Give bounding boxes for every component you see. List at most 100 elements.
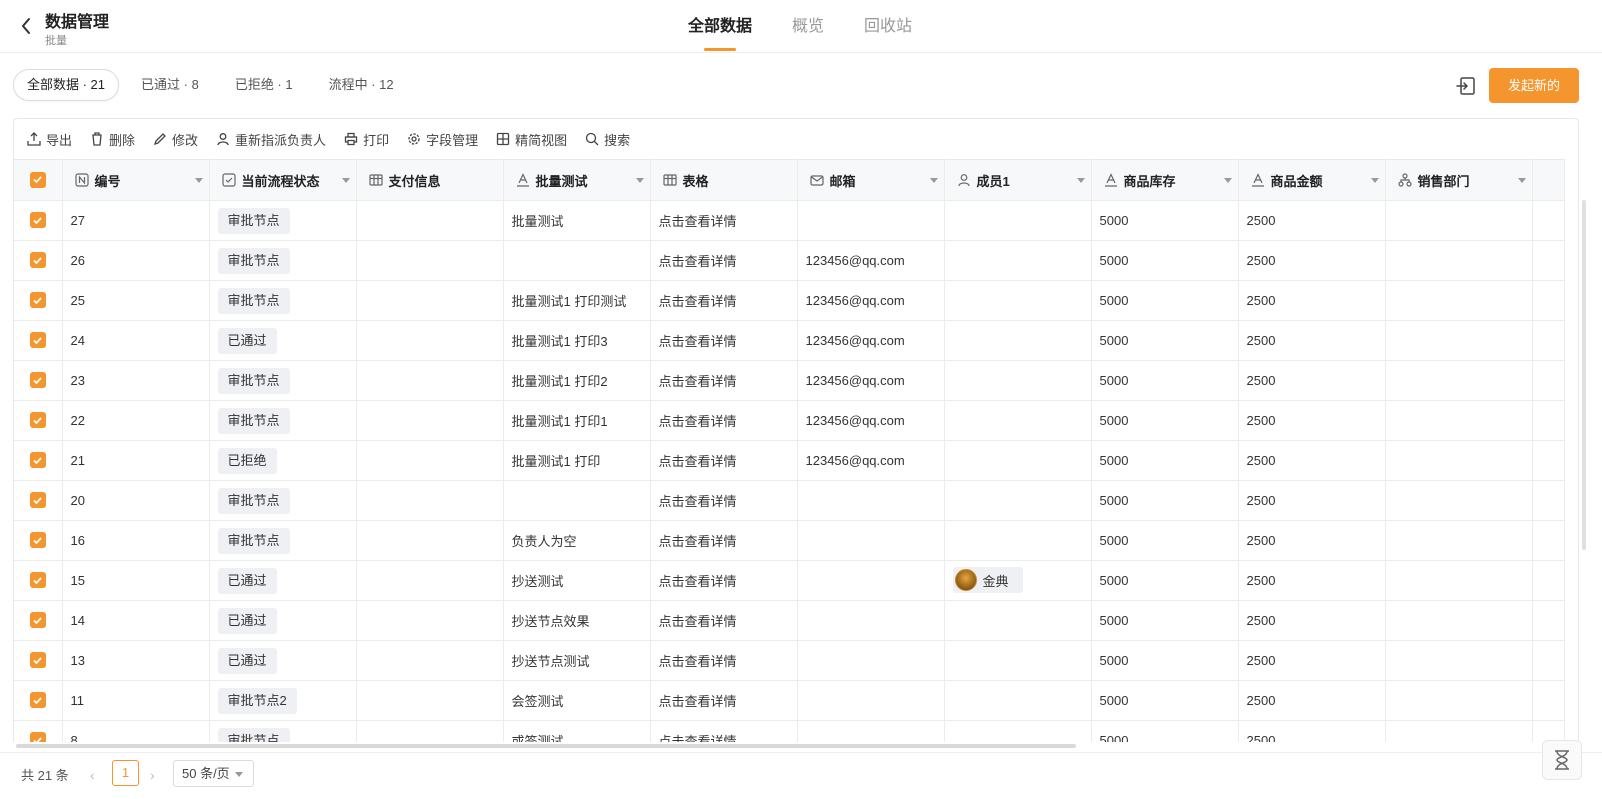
column-header-amount[interactable]: 商品金额	[1238, 159, 1386, 201]
tab-overview[interactable]: 概览	[792, 0, 824, 53]
row-checkbox[interactable]	[29, 332, 46, 349]
column-header-sheet[interactable]: 表格	[650, 159, 798, 201]
row-select-cell[interactable]	[14, 200, 63, 241]
cell-sheet[interactable]: 点击查看详情	[650, 280, 798, 321]
import-exit-icon[interactable]	[1455, 75, 1477, 97]
cell-sheet[interactable]: 点击查看详情	[650, 320, 798, 361]
row-select-cell[interactable]	[14, 680, 63, 721]
tab-recycle-bin[interactable]: 回收站	[864, 0, 912, 53]
row-select-cell[interactable]	[14, 600, 63, 641]
column-header-id[interactable]: 编号	[62, 159, 210, 201]
table-row[interactable]: 23 审批节点 批量测试1 打印2 点击查看详情 123456@qq.com 5000 25…	[14, 360, 1565, 401]
member-tag[interactable]: 金典	[952, 567, 1023, 593]
filter-rejected[interactable]: 已拒绝 · 1	[221, 69, 307, 101]
cell-sheet[interactable]: 点击查看详情	[650, 480, 798, 521]
row-checkbox[interactable]	[29, 492, 46, 509]
row-checkbox[interactable]	[29, 732, 46, 742]
filter-approved[interactable]: 已通过 · 8	[127, 69, 213, 101]
column-menu-icon[interactable]	[1517, 178, 1526, 183]
column-menu-icon[interactable]	[1370, 178, 1379, 183]
table-row[interactable]: 8 审批节点 或签测试 点击查看详情 5000 2500	[14, 720, 1565, 742]
table-row[interactable]: 25 审批节点 批量测试1 打印测试 点击查看详情 123456@qq.com 5000 2…	[14, 280, 1565, 321]
page-number-button[interactable]: 1	[112, 760, 139, 786]
row-checkbox[interactable]	[29, 252, 46, 269]
column-header-email[interactable]: 邮箱	[797, 159, 945, 201]
row-checkbox[interactable]	[29, 412, 46, 429]
cell-sheet[interactable]: 点击查看详情	[650, 200, 798, 241]
cell-sheet[interactable]: 点击查看详情	[650, 720, 798, 742]
back-icon[interactable]	[16, 14, 36, 38]
row-select-cell[interactable]	[14, 320, 63, 361]
row-checkbox[interactable]	[29, 572, 46, 589]
vertical-scrollbar[interactable]	[1582, 200, 1586, 550]
table-row[interactable]: 26 审批节点 点击查看详情 123456@qq.com 5000 2500	[14, 240, 1565, 281]
search-button[interactable]: 搜索	[585, 130, 630, 149]
chevron-left-icon[interactable]: ‹	[90, 767, 95, 783]
filter-all[interactable]: 全部数据 · 21	[13, 69, 120, 101]
row-checkbox[interactable]	[29, 532, 46, 549]
edit-button[interactable]: 修改	[153, 130, 198, 149]
table-row[interactable]: 24 已通过 批量测试1 打印3 点击查看详情 123456@qq.com 5000 250…	[14, 320, 1565, 361]
row-select-cell[interactable]	[14, 240, 63, 281]
cell-sheet[interactable]: 点击查看详情	[650, 400, 798, 441]
cell-sheet[interactable]: 点击查看详情	[650, 560, 798, 601]
table-row[interactable]: 21 已拒绝 批量测试1 打印 点击查看详情 123456@qq.com 5000 2500	[14, 440, 1565, 481]
table-row[interactable]: 13 已通过 抄送节点测试 点击查看详情 5000 2500	[14, 640, 1565, 681]
select-all-checkbox[interactable]	[29, 171, 46, 188]
column-menu-icon[interactable]	[341, 178, 350, 183]
cell-sheet[interactable]: 点击查看详情	[650, 360, 798, 401]
select-all-cell[interactable]	[14, 159, 63, 201]
print-button[interactable]: 打印	[344, 130, 389, 149]
column-header-pay[interactable]: 支付信息	[356, 159, 504, 201]
row-select-cell[interactable]	[14, 520, 63, 561]
row-select-cell[interactable]	[14, 360, 63, 401]
cell-sheet[interactable]: 点击查看详情	[650, 600, 798, 641]
column-menu-icon[interactable]	[1076, 178, 1085, 183]
cell-sheet[interactable]: 点击查看详情	[650, 640, 798, 681]
row-select-cell[interactable]	[14, 440, 63, 481]
table-row[interactable]: 15 已通过 抄送测试 点击查看详情 金典 5000 2500	[14, 560, 1565, 601]
column-menu-icon[interactable]	[1223, 178, 1232, 183]
delete-button[interactable]: 删除	[90, 130, 135, 149]
page-size-select[interactable]: 50 条/页	[173, 760, 254, 787]
table-row[interactable]: 22 审批节点 批量测试1 打印1 点击查看详情 123456@qq.com 5000 25…	[14, 400, 1565, 441]
table-row[interactable]: 20 审批节点 点击查看详情 5000 2500	[14, 480, 1565, 521]
row-checkbox[interactable]	[29, 212, 46, 229]
row-select-cell[interactable]	[14, 640, 63, 681]
row-checkbox[interactable]	[29, 452, 46, 469]
row-checkbox[interactable]	[29, 292, 46, 309]
table-row[interactable]: 16 审批节点 负责人为空 点击查看详情 5000 2500	[14, 520, 1565, 561]
table-row[interactable]: 14 已通过 抄送节点效果 点击查看详情 5000 2500	[14, 600, 1565, 641]
column-header-dept[interactable]: 销售部门	[1385, 159, 1533, 201]
table-row[interactable]: 27 审批节点 批量测试 点击查看详情 5000 2500	[14, 200, 1565, 241]
horizontal-scrollbar[interactable]	[16, 744, 1076, 748]
create-new-button[interactable]: 发起新的	[1489, 68, 1579, 103]
row-checkbox[interactable]	[29, 692, 46, 709]
column-menu-icon[interactable]	[929, 178, 938, 183]
table-row[interactable]: 11 审批节点2 会签测试 点击查看详情 5000 2500	[14, 680, 1565, 721]
export-button[interactable]: 导出	[27, 130, 72, 149]
column-header-member[interactable]: 成员1	[944, 159, 1092, 201]
tab-all-data[interactable]: 全部数据	[688, 0, 752, 53]
row-select-cell[interactable]	[14, 560, 63, 601]
cell-sheet[interactable]: 点击查看详情	[650, 520, 798, 561]
row-checkbox[interactable]	[29, 612, 46, 629]
row-checkbox[interactable]	[29, 652, 46, 669]
reassign-button[interactable]: 重新指派负责人	[216, 130, 326, 149]
row-select-cell[interactable]	[14, 280, 63, 321]
row-checkbox[interactable]	[29, 372, 46, 389]
column-header-stock[interactable]: 商品库存	[1091, 159, 1239, 201]
compact-view-button[interactable]: 精简视图	[496, 130, 567, 149]
chevron-right-icon[interactable]: ›	[150, 767, 155, 783]
cell-sheet[interactable]: 点击查看详情	[650, 240, 798, 281]
row-select-cell[interactable]	[14, 480, 63, 521]
column-header-batch[interactable]: 批量测试	[503, 159, 651, 201]
column-header-status[interactable]: 当前流程状态	[209, 159, 357, 201]
field-management-button[interactable]: 字段管理	[407, 130, 478, 149]
hourglass-icon[interactable]	[1542, 740, 1582, 780]
row-select-cell[interactable]	[14, 400, 63, 441]
cell-sheet[interactable]: 点击查看详情	[650, 440, 798, 481]
column-menu-icon[interactable]	[635, 178, 644, 183]
cell-sheet[interactable]: 点击查看详情	[650, 680, 798, 721]
column-menu-icon[interactable]	[194, 178, 203, 183]
